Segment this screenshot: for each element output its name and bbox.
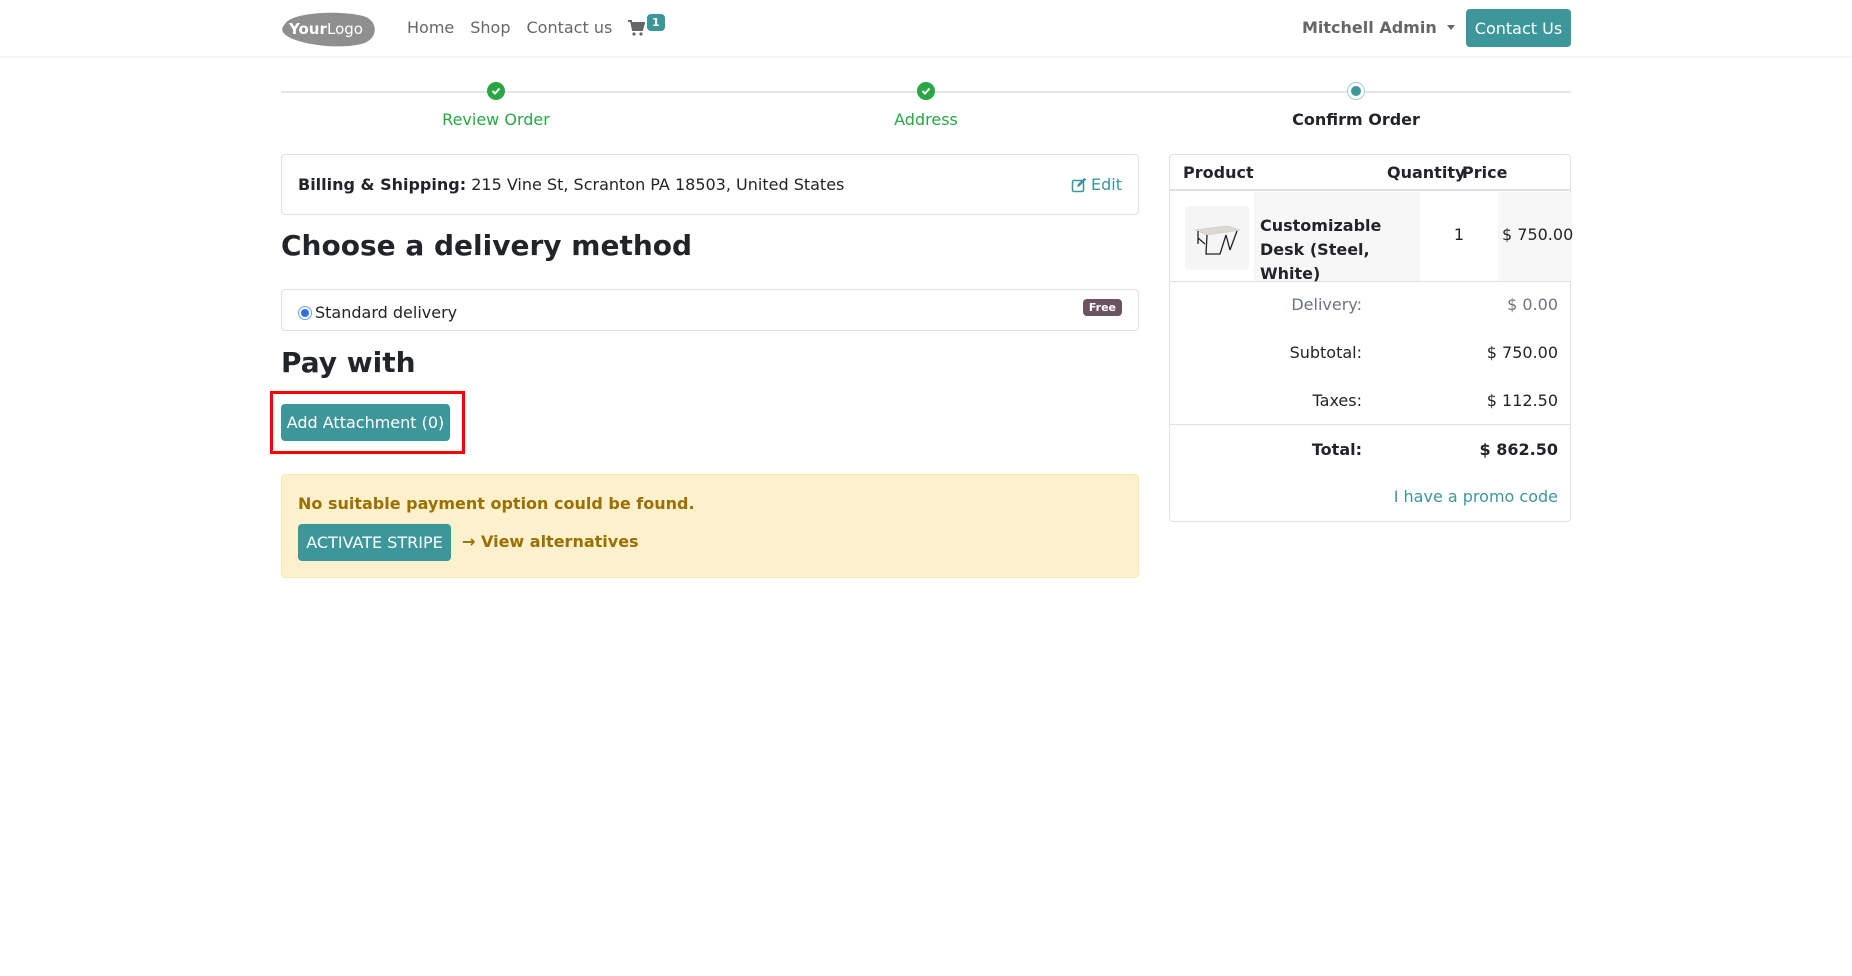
delivery-method-heading: Choose a delivery method bbox=[281, 229, 693, 262]
delivery-label: Delivery: bbox=[1291, 295, 1362, 314]
delivery-value: $ 0.00 bbox=[1507, 295, 1558, 314]
subtotal-label: Subtotal: bbox=[1289, 343, 1362, 362]
taxes-value: $ 112.50 bbox=[1486, 391, 1558, 410]
shopping-cart-icon bbox=[628, 20, 645, 36]
svg-text:Your: Your bbox=[288, 20, 327, 38]
site-logo[interactable]: Your Logo bbox=[281, 10, 377, 48]
product-quantity: 1 bbox=[1453, 225, 1465, 244]
edit-icon bbox=[1071, 177, 1087, 192]
delivery-option-label: Standard delivery bbox=[315, 303, 458, 322]
product-image-cell bbox=[1170, 192, 1254, 281]
delivery-radio[interactable] bbox=[298, 305, 312, 320]
checkout-progress-wizard: Review Order Address Confirm Order bbox=[281, 82, 1571, 132]
total-label: Total: bbox=[1311, 440, 1362, 459]
delivery-option-card: Standard delivery Free bbox=[281, 289, 1139, 331]
top-navbar: Your Logo Home Shop Contact us 1 Mitchel… bbox=[0, 0, 1852, 56]
edit-label: Edit bbox=[1091, 175, 1122, 194]
cart-link[interactable]: 1 bbox=[628, 14, 665, 36]
activate-stripe-button[interactable]: ACTIVATE STRIPE bbox=[298, 524, 451, 561]
svg-text:Logo: Logo bbox=[327, 20, 363, 38]
step-label: Address bbox=[894, 110, 958, 129]
user-name: Mitchell Admin bbox=[1302, 18, 1437, 37]
summary-subtotal-row: Subtotal: $ 750.00 bbox=[1170, 343, 1570, 367]
delivery-price-badge: Free bbox=[1082, 299, 1122, 316]
user-menu-dropdown[interactable]: Mitchell Admin bbox=[1302, 18, 1455, 37]
desk-image bbox=[1185, 206, 1249, 270]
product-price: $ 750.00 bbox=[1498, 192, 1573, 281]
delivery-option-standard[interactable]: Standard delivery bbox=[298, 303, 457, 322]
subtotal-value: $ 750.00 bbox=[1486, 343, 1558, 362]
nav-shop[interactable]: Shop bbox=[470, 18, 510, 37]
nav-home[interactable]: Home bbox=[407, 18, 454, 37]
header-quantity: Quantity bbox=[1387, 163, 1466, 182]
cart-count-badge: 1 bbox=[647, 14, 665, 31]
main-nav: Home Shop Contact us bbox=[407, 18, 612, 37]
caret-down-icon bbox=[1446, 25, 1455, 30]
current-step-dot-icon bbox=[1347, 82, 1365, 100]
billing-shipping-card: Billing & Shipping: 215 Vine St, Scranto… bbox=[281, 154, 1139, 215]
header-price: Price bbox=[1462, 163, 1508, 182]
step-confirm-order: Confirm Order bbox=[1141, 82, 1571, 129]
taxes-label: Taxes: bbox=[1312, 391, 1362, 410]
step-label: Review Order bbox=[442, 110, 550, 129]
check-circle-icon bbox=[487, 82, 505, 100]
nav-contact-us[interactable]: Contact us bbox=[527, 18, 613, 37]
order-summary-card: Product Quantity Price Customizable Desk… bbox=[1169, 154, 1573, 522]
contact-us-button[interactable]: Contact Us bbox=[1466, 9, 1571, 47]
address-value: 215 Vine St, Scranton PA 18503, United S… bbox=[471, 175, 845, 194]
edit-address-link[interactable]: Edit bbox=[1071, 175, 1122, 194]
billing-shipping-label: Billing & Shipping: bbox=[298, 175, 467, 194]
table-row: Customizable Desk (Steel, White) 1 $ 750… bbox=[1170, 192, 1573, 283]
summary-divider bbox=[1170, 424, 1570, 425]
billing-shipping-address: Billing & Shipping: 215 Vine St, Scranto… bbox=[298, 175, 844, 194]
step-address[interactable]: Address bbox=[711, 82, 1141, 129]
alert-message: No suitable payment option could be foun… bbox=[298, 494, 695, 513]
order-table-header: Product Quantity Price bbox=[1170, 155, 1570, 191]
no-payment-option-alert: No suitable payment option could be foun… bbox=[281, 474, 1139, 578]
promo-code-link[interactable]: I have a promo code bbox=[1394, 487, 1558, 506]
product-name-cell: Customizable Desk (Steel, White) bbox=[1254, 192, 1420, 283]
summary-taxes-row: Taxes: $ 112.50 bbox=[1170, 391, 1570, 415]
pay-with-heading: Pay with bbox=[281, 346, 416, 379]
step-review-order[interactable]: Review Order bbox=[281, 82, 711, 129]
check-circle-icon bbox=[917, 82, 935, 100]
total-value: $ 862.50 bbox=[1479, 440, 1558, 459]
add-attachment-button[interactable]: Add Attachment (0) bbox=[281, 404, 450, 441]
header-product: Product bbox=[1183, 163, 1254, 182]
step-label: Confirm Order bbox=[1292, 110, 1420, 129]
summary-total-row: Total: $ 862.50 bbox=[1170, 440, 1570, 464]
view-alternatives-link[interactable]: → View alternatives bbox=[462, 532, 639, 551]
product-name[interactable]: Customizable Desk (Steel, White) bbox=[1260, 214, 1420, 286]
summary-delivery-row: Delivery: $ 0.00 bbox=[1170, 295, 1570, 319]
